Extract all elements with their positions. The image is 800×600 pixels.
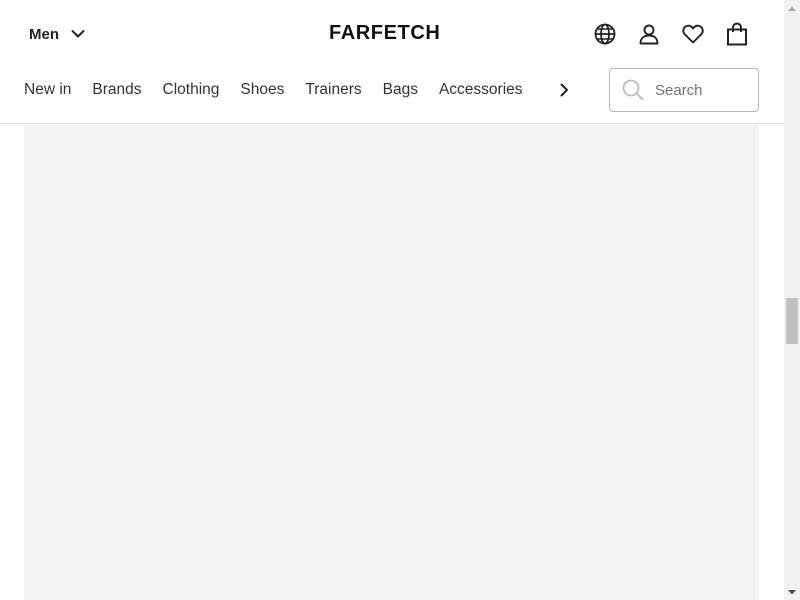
nav-item-shoes[interactable]: Shoes	[240, 78, 284, 102]
search-icon	[622, 79, 644, 101]
page-scrollbar[interactable]	[784, 0, 800, 600]
search-box[interactable]	[609, 68, 759, 112]
header-actions	[593, 22, 749, 46]
shopping-bag-icon[interactable]	[725, 22, 749, 46]
nav-scroll-next-button[interactable]	[553, 78, 575, 102]
chevron-right-icon	[560, 83, 568, 97]
gender-selector-label: Men	[29, 25, 59, 43]
nav-item-accessories[interactable]: Accessories	[439, 78, 523, 102]
nav-item-new-in[interactable]: New in	[24, 78, 71, 102]
account-icon[interactable]	[637, 22, 661, 46]
content-placeholder-panel	[24, 125, 759, 600]
scrollbar-thumb[interactable]	[786, 298, 798, 344]
nav-item-trainers[interactable]: Trainers	[305, 78, 361, 102]
nav-item-bags[interactable]: Bags	[383, 78, 418, 102]
site-header: Men FARFETCH New in Brands Clothing Shoe…	[0, 0, 784, 124]
scroll-down-arrow-icon[interactable]	[784, 584, 800, 600]
farfetch-logo[interactable]: FARFETCH	[329, 22, 440, 45]
nav-item-clothing[interactable]: Clothing	[163, 78, 220, 102]
search-input[interactable]	[655, 81, 745, 99]
nav-fade-overlay	[522, 78, 544, 102]
category-nav: New in Brands Clothing Shoes Trainers Bags Acc…	[24, 78, 544, 102]
globe-icon[interactable]	[593, 22, 617, 46]
gender-selector[interactable]: Men	[29, 22, 85, 46]
chevron-down-icon	[71, 30, 85, 38]
scroll-up-arrow-icon[interactable]	[784, 0, 800, 16]
nav-item-brands[interactable]: Brands	[92, 78, 141, 102]
wishlist-heart-icon[interactable]	[681, 22, 705, 46]
